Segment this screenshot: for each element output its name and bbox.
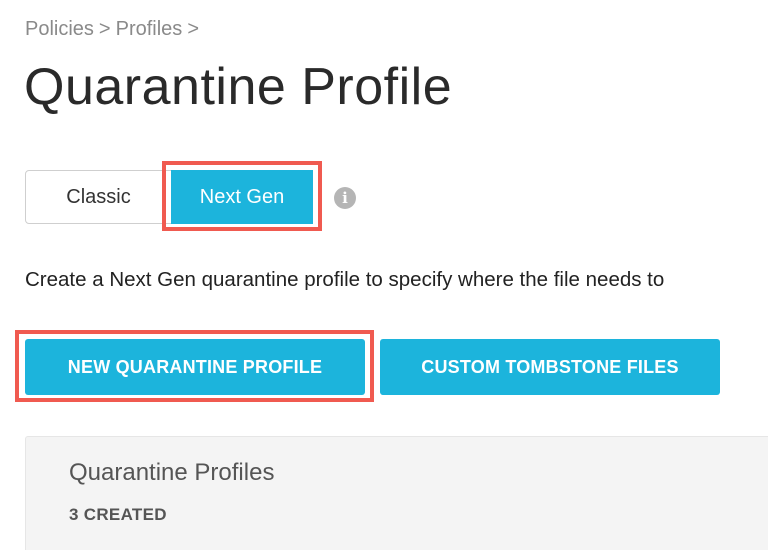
page-title: Quarantine Profile [24,58,453,116]
breadcrumb-separator: > [98,18,111,40]
tab-classic[interactable]: Classic [25,170,172,224]
page-description: Create a Next Gen quarantine profile to … [25,268,665,291]
breadcrumb: Policies > Profiles > [25,18,204,41]
profile-mode-toggle: Classic Next Gen [25,161,322,231]
panel-title: Quarantine Profiles [69,459,275,486]
new-profile-highlight-box [15,330,374,402]
profiles-count: 3 CREATED [69,505,167,524]
page: Policies > Profiles > Quarantine Profile Cl… [0,0,768,550]
breadcrumb-separator: > [187,18,199,40]
breadcrumb-item-profiles[interactable]: Profiles [116,18,183,40]
breadcrumb-item-policies[interactable]: Policies [25,18,94,40]
info-circle-icon[interactable]: i [334,187,356,209]
custom-tombstone-files-button[interactable]: CUSTOM TOMBSTONE FILES [380,339,720,395]
quarantine-profiles-panel: Quarantine Profiles 3 CREATED [25,436,768,550]
next-gen-highlight-box [162,161,322,231]
